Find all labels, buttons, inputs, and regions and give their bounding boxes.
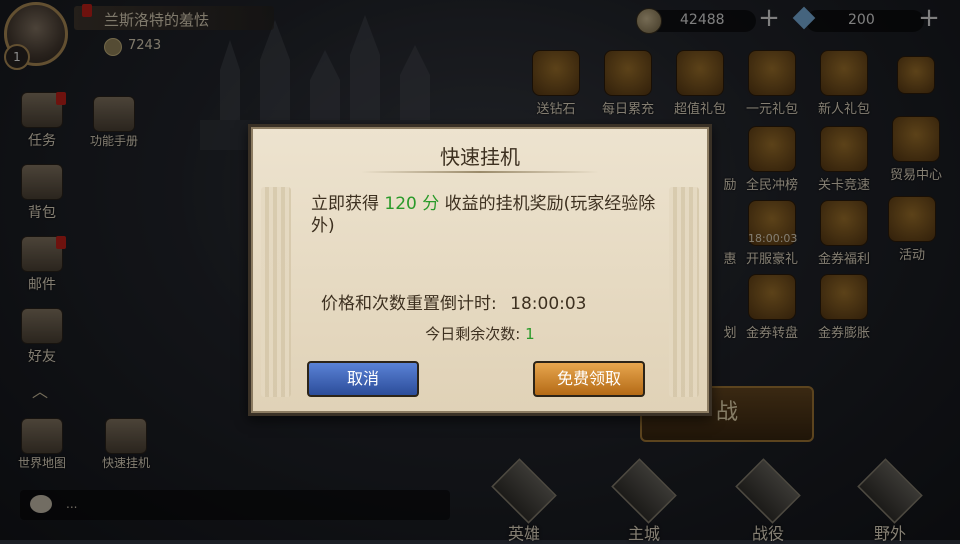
reward-amount: 120 分 bbox=[384, 194, 440, 214]
remaining-value: 1 bbox=[525, 325, 535, 343]
quick-idle-dialog: 快速挂机 立即获得 120 分 收益的挂机奖励(玩家经验除外) 价格和次数重置倒… bbox=[248, 124, 712, 416]
right-pillar-decoration bbox=[669, 187, 699, 397]
free-claim-button[interactable]: 免费领取 bbox=[533, 361, 645, 397]
cancel-button[interactable]: 取消 bbox=[307, 361, 419, 397]
remaining-count-row: 今日剩余次数: 1 bbox=[251, 323, 709, 344]
dialog-title: 快速挂机 bbox=[440, 145, 520, 169]
remaining-label: 今日剩余次数: bbox=[425, 325, 521, 343]
title-divider bbox=[361, 171, 599, 173]
reward-prefix: 立即获得 bbox=[311, 194, 379, 214]
reset-timer-row: 价格和次数重置倒计时: 18:00:03 bbox=[321, 289, 587, 314]
reset-timer-label: 价格和次数重置倒计时: bbox=[321, 294, 497, 314]
reward-description: 立即获得 120 分 收益的挂机奖励(玩家经验除外) bbox=[311, 193, 663, 237]
reset-timer-value: 18:00:03 bbox=[510, 294, 587, 314]
left-pillar-decoration bbox=[261, 187, 291, 397]
